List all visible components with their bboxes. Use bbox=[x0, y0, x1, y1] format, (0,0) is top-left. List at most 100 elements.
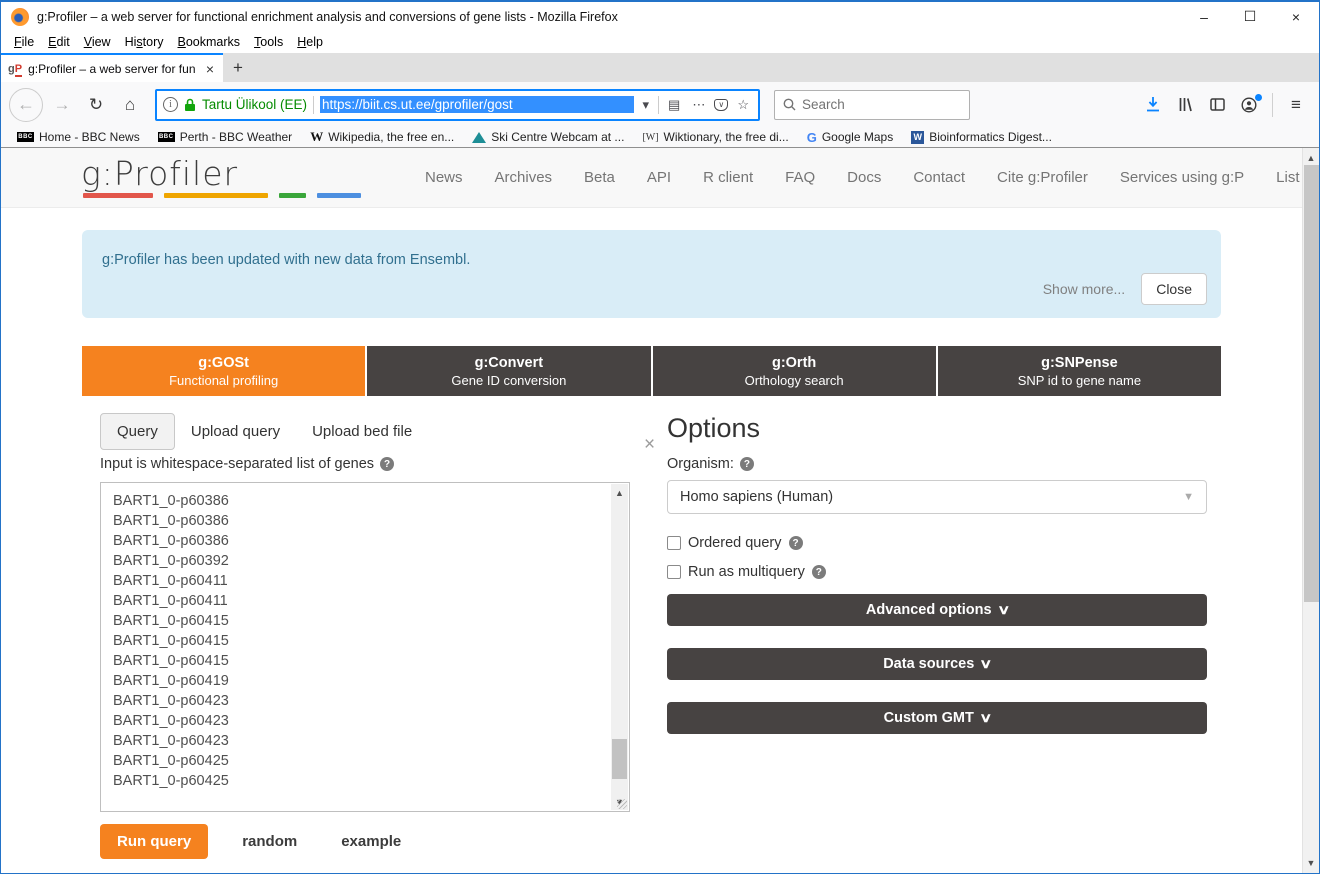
data-sources-button[interactable]: Data sources∨ bbox=[667, 648, 1207, 680]
clear-input-icon[interactable]: × bbox=[644, 435, 655, 454]
nav-link-organisms[interactable]: List of organisms bbox=[1260, 161, 1302, 194]
maximize-button[interactable]: ☐ bbox=[1227, 2, 1273, 31]
menu-view[interactable]: View bbox=[77, 33, 118, 51]
help-icon[interactable]: ? bbox=[789, 536, 803, 550]
nav-link-cite[interactable]: Cite g:Profiler bbox=[981, 161, 1104, 194]
menu-history[interactable]: History bbox=[118, 33, 171, 51]
menu-edit[interactable]: Edit bbox=[41, 33, 77, 51]
page-actions-icon[interactable]: ⋯ bbox=[689, 97, 708, 113]
scroll-up-icon[interactable]: ▲ bbox=[1303, 150, 1319, 166]
home-icon[interactable]: ⌂ bbox=[115, 90, 145, 120]
nav-link-news[interactable]: News bbox=[409, 161, 479, 194]
menu-label-part: F bbox=[14, 35, 22, 49]
nav-link-contact[interactable]: Contact bbox=[897, 161, 981, 194]
options-panel: × Options Organism: ? Homo sapiens (Huma… bbox=[667, 413, 1207, 859]
site-identity-label[interactable]: Tartu Ülikool (EE) bbox=[202, 97, 307, 112]
scrollbar-thumb[interactable] bbox=[612, 739, 627, 779]
forward-icon[interactable]: → bbox=[47, 90, 77, 120]
resize-grip[interactable] bbox=[617, 799, 627, 809]
search-input[interactable] bbox=[802, 97, 961, 112]
menu-bookmarks[interactable]: Bookmarks bbox=[171, 33, 248, 51]
random-button[interactable]: random bbox=[232, 827, 307, 856]
scroll-up-icon[interactable]: ▲ bbox=[611, 484, 628, 501]
tool-tabs: g:GOSt Functional profiling g:Convert Ge… bbox=[82, 346, 1221, 396]
wiktionary-icon: [W] bbox=[642, 132, 658, 143]
bookmark-bioinformatics-digest[interactable]: WBioinformatics Digest... bbox=[903, 129, 1060, 145]
advanced-options-button[interactable]: Advanced options∨ bbox=[667, 594, 1207, 626]
nav-link-r-client[interactable]: R client bbox=[687, 161, 769, 194]
library-icon[interactable] bbox=[1170, 90, 1200, 120]
browser-tab-gprofiler[interactable]: gP g:Profiler – a web server for fun × bbox=[1, 53, 223, 82]
nav-link-services[interactable]: Services using g:P bbox=[1104, 161, 1260, 194]
update-notice: g:Profiler has been updated with new dat… bbox=[82, 230, 1221, 318]
site-nav: News Archives Beta API R client FAQ Docs… bbox=[409, 161, 1302, 194]
reload-icon[interactable]: ↻ bbox=[81, 90, 111, 120]
tab-upload-query[interactable]: Upload query bbox=[175, 414, 296, 449]
bookmark-bbc-weather[interactable]: BBCPerth - BBC Weather bbox=[150, 129, 301, 145]
title-bar: g:Profiler – a web server for functional… bbox=[1, 2, 1319, 31]
nav-link-beta[interactable]: Beta bbox=[568, 161, 631, 194]
back-icon[interactable]: ← bbox=[9, 88, 43, 122]
scroll-down-icon[interactable]: ▼ bbox=[1303, 855, 1319, 871]
tab-gsnpense[interactable]: g:SNPense SNP id to gene name bbox=[938, 346, 1221, 396]
gprofiler-logo[interactable]: g:Profiler bbox=[81, 157, 361, 198]
notice-text: g:Profiler has been updated with new dat… bbox=[102, 252, 1201, 268]
run-query-button[interactable]: Run query bbox=[100, 824, 208, 859]
help-icon[interactable]: ? bbox=[740, 457, 754, 471]
url-input[interactable]: https://biit.cs.ut.ee/gprofiler/gost bbox=[320, 96, 633, 113]
close-button[interactable]: × bbox=[1273, 2, 1319, 31]
gene-input[interactable]: BART1_0-p60386 BART1_0-p60386 BART1_0-p6… bbox=[100, 482, 630, 812]
tab-gorth[interactable]: g:Orth Orthology search bbox=[653, 346, 936, 396]
organism-select[interactable]: Homo sapiens (Human) ▼ bbox=[667, 480, 1207, 514]
gprofiler-favicon: gP bbox=[8, 63, 22, 75]
multiquery-checkbox[interactable] bbox=[667, 565, 681, 579]
sidebar-toggle-icon[interactable] bbox=[1202, 90, 1232, 120]
scrollbar-thumb[interactable] bbox=[1304, 165, 1319, 602]
notice-close-button[interactable]: Close bbox=[1141, 273, 1207, 305]
account-icon[interactable] bbox=[1234, 90, 1264, 120]
bbc-icon: BBC bbox=[158, 132, 175, 142]
nav-link-docs[interactable]: Docs bbox=[831, 161, 897, 194]
custom-gmt-button[interactable]: Custom GMT∨ bbox=[667, 702, 1207, 734]
pocket-icon[interactable]: ∨ bbox=[714, 99, 728, 111]
url-bar[interactable]: i Tartu Ülikool (EE) https://biit.cs.ut.… bbox=[155, 89, 760, 121]
menu-help[interactable]: Help bbox=[290, 33, 330, 51]
help-icon[interactable]: ? bbox=[812, 565, 826, 579]
menu-file[interactable]: File bbox=[7, 33, 41, 51]
help-icon[interactable]: ? bbox=[380, 457, 394, 471]
menu-tools[interactable]: Tools bbox=[247, 33, 290, 51]
nav-link-faq[interactable]: FAQ bbox=[769, 161, 831, 194]
bookmark-bbc-news[interactable]: BBCHome - BBC News bbox=[9, 129, 148, 145]
bookmark-star-icon[interactable]: ☆ bbox=[734, 97, 752, 113]
page-scrollbar[interactable]: ▲ ▼ bbox=[1302, 148, 1319, 873]
gene-input-scrollbar[interactable]: ▲ ▼ bbox=[611, 484, 628, 810]
bookmark-wikipedia[interactable]: WWikipedia, the free en... bbox=[302, 128, 462, 146]
reader-mode-icon[interactable]: ▤ bbox=[665, 97, 683, 113]
tab-gconvert[interactable]: g:Convert Gene ID conversion bbox=[367, 346, 650, 396]
bookmark-google-maps[interactable]: GGoogle Maps bbox=[799, 129, 902, 146]
tab-close-icon[interactable]: × bbox=[204, 61, 216, 77]
example-button[interactable]: example bbox=[331, 827, 411, 856]
bookmark-wiktionary[interactable]: [W]Wiktionary, the free di... bbox=[634, 129, 796, 145]
options-title: Options bbox=[667, 413, 1207, 444]
menu-label-part: H bbox=[297, 35, 306, 49]
show-more-link[interactable]: Show more... bbox=[1043, 281, 1125, 297]
site-info-icon[interactable]: i bbox=[163, 97, 178, 112]
history-dropdown-icon[interactable]: ▾ bbox=[640, 97, 653, 113]
nav-link-api[interactable]: API bbox=[631, 161, 687, 194]
minimize-button[interactable]: – bbox=[1181, 2, 1227, 31]
tab-gost[interactable]: g:GOSt Functional profiling bbox=[82, 346, 365, 396]
new-tab-button[interactable]: + bbox=[223, 53, 253, 82]
nav-link-archives[interactable]: Archives bbox=[479, 161, 569, 194]
downloads-icon[interactable] bbox=[1138, 90, 1168, 120]
tab-title: g:Profiler – a web server for fun bbox=[28, 62, 198, 76]
browser-menu-icon[interactable]: ≡ bbox=[1281, 90, 1311, 120]
mountain-icon bbox=[472, 132, 486, 143]
tab-upload-bed-file[interactable]: Upload bed file bbox=[296, 414, 428, 449]
bookmark-ski-webcam[interactable]: Ski Centre Webcam at ... bbox=[464, 129, 632, 145]
tab-query[interactable]: Query bbox=[100, 413, 175, 450]
ordered-query-checkbox[interactable] bbox=[667, 536, 681, 550]
gene-list-text[interactable]: BART1_0-p60386 BART1_0-p60386 BART1_0-p6… bbox=[101, 487, 611, 807]
chevron-down-icon: ∨ bbox=[979, 710, 992, 726]
search-bar[interactable] bbox=[774, 90, 970, 120]
